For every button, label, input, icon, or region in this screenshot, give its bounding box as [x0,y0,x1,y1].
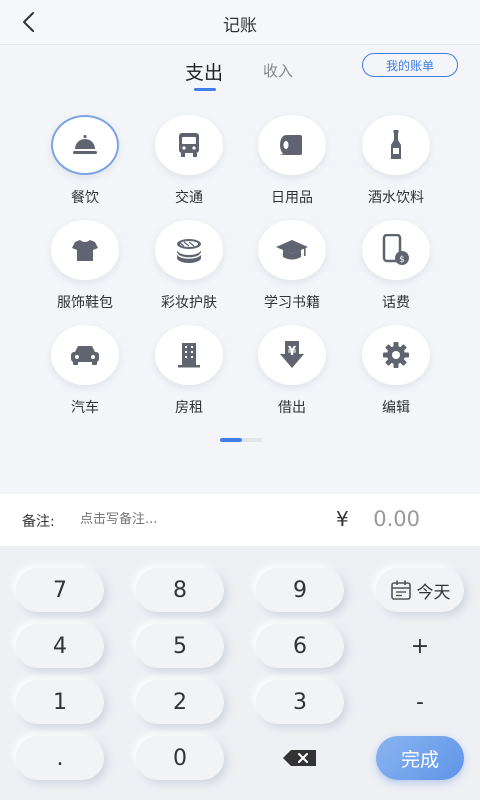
category-label: 酒水饮料 [368,190,424,206]
tissue-roll-icon [279,135,302,155]
category-label: 学习书籍 [264,295,320,311]
tab-indicator [194,88,216,91]
category-label: 借出 [278,400,306,416]
note-label: 备注: [22,514,55,530]
keypad: 7 8 9 今天 4 5 6 + 1 2 3 - . 0 完成 [0,546,480,800]
amount-display: 0.00 [373,507,420,531]
calendar-icon [390,580,411,600]
key-3[interactable]: 3 [256,680,344,724]
key-minus[interactable]: - [376,680,464,724]
category-label: 汽车 [71,400,99,416]
building-icon [178,343,200,368]
category-phone-bill[interactable]: $ 话费 [344,220,448,312]
key-8[interactable]: 8 [136,568,224,612]
bottle-icon [391,130,401,159]
key-0[interactable]: 0 [136,736,224,780]
key-plus[interactable]: + [376,624,464,668]
gear-icon [383,342,409,368]
cosmetic-jar-icon [176,239,202,263]
date-button[interactable]: 今天 [376,568,464,612]
phone-bill-icon: $ [382,234,409,265]
page-title: 记账 [223,16,257,36]
category-label: 餐饮 [71,190,99,206]
key-2[interactable]: 2 [136,680,224,724]
car-icon [71,346,99,365]
note-input[interactable] [80,512,280,527]
category-clothing[interactable]: 服饰鞋包 [33,220,137,312]
svg-text:¥: ¥ [288,344,297,358]
backspace-button[interactable] [256,736,344,780]
key-5[interactable]: 5 [136,624,224,668]
done-button[interactable]: 完成 [376,736,464,780]
category-label: 房租 [175,400,203,416]
tab-income[interactable]: 收入 [263,60,293,81]
category-rent[interactable]: 房租 [137,325,241,417]
bus-icon [179,133,199,157]
backspace-icon [283,750,316,766]
category-daily-goods[interactable]: 日用品 [240,115,344,207]
category-label: 话费 [382,295,410,311]
category-cosmetics[interactable]: 彩妆护肤 [137,220,241,312]
my-bills-button[interactable]: 我的账单 [362,53,458,77]
page-indicator-inactive [242,438,262,442]
category-books[interactable]: 学习书籍 [240,220,344,312]
tshirt-icon [72,240,98,261]
nav-bar: 记账 [0,0,480,45]
category-label: 服饰鞋包 [57,295,113,311]
cloche-icon [73,135,97,154]
key-6[interactable]: 6 [256,624,344,668]
category-dining[interactable]: 餐饮 [33,115,137,207]
key-9[interactable]: 9 [256,568,344,612]
category-label: 彩妆护肤 [161,295,217,311]
key-7[interactable]: 7 [16,568,104,612]
key-1[interactable]: 1 [16,680,104,724]
tab-expense[interactable]: 支出 [185,58,223,85]
currency-symbol: ¥ [336,507,349,531]
category-car[interactable]: 汽车 [33,325,137,417]
date-button-label: 今天 [416,582,451,603]
category-label: 日用品 [271,190,313,206]
key-4[interactable]: 4 [16,624,104,668]
page-indicator [220,438,262,442]
category-edit[interactable]: 编辑 [344,325,448,417]
category-transport[interactable]: 交通 [137,115,241,207]
category-label: 交通 [175,190,203,206]
graduation-cap-icon [276,240,308,260]
category-label: 编辑 [382,400,410,416]
type-tabs: 支出 收入 我的账单 [0,44,480,104]
category-drinks[interactable]: 酒水饮料 [344,115,448,207]
page-indicator-active [220,438,242,442]
svg-text:$: $ [399,255,405,265]
note-bar: 备注: ¥ 0.00 [0,494,480,546]
yen-down-icon: ¥ [280,341,304,368]
key-dot[interactable]: . [16,736,104,780]
category-lend[interactable]: ¥ 借出 [240,325,344,417]
